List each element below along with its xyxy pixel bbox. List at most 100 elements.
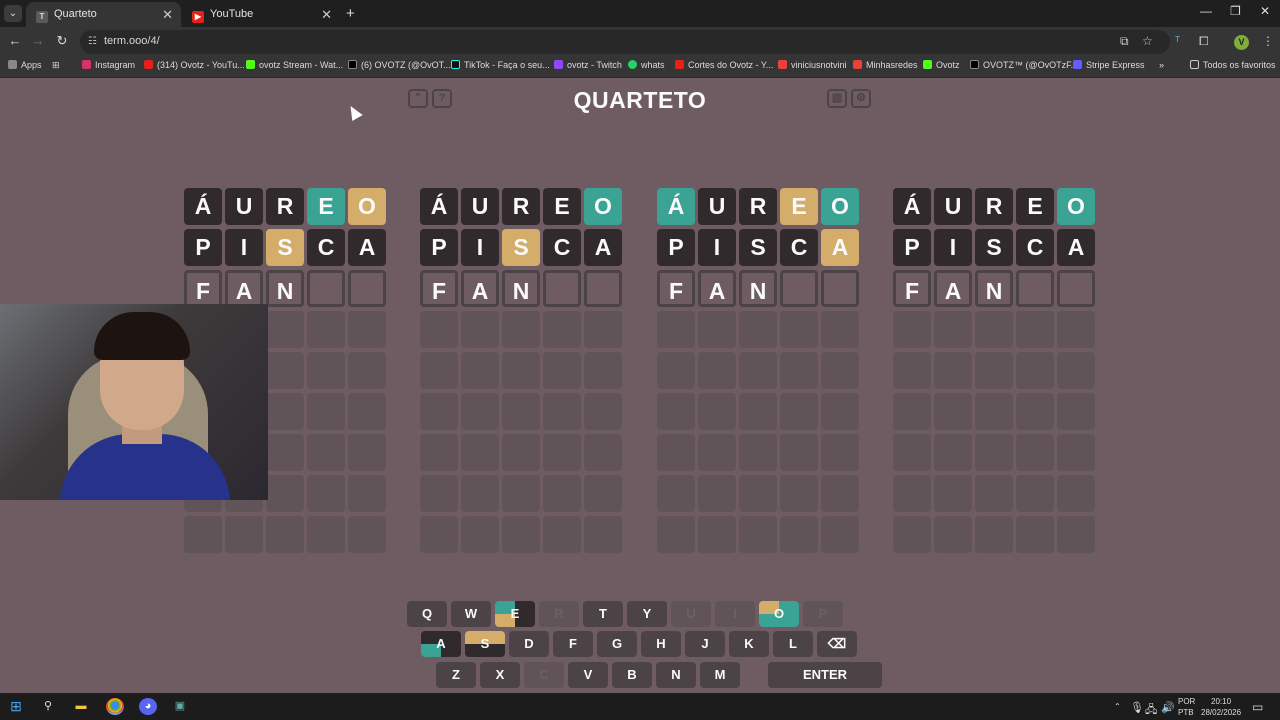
key-j[interactable]: J (685, 631, 725, 657)
bookmark-star-icon[interactable]: ☆ (1142, 34, 1153, 48)
tab-quarteto[interactable]: T Quarteto ✕ (26, 2, 181, 27)
translate-extension-icon[interactable]: ᵀ (1175, 34, 1180, 48)
enter-key[interactable]: ENTER (768, 662, 882, 688)
bookmark-ovotz-kick[interactable]: Ovotz (923, 60, 960, 70)
key-i[interactable]: I (715, 601, 755, 627)
bookmark-twitch[interactable]: ovotz - Twitch (554, 60, 622, 70)
minimize-icon[interactable]: — (1200, 4, 1212, 18)
bookmark-cortes[interactable]: Cortes do Ovotz - Y... (675, 60, 773, 70)
bookmark-x-ovotz[interactable]: (6) OVOTZ (@OvOT... (348, 60, 451, 70)
microphone-icon[interactable]: 🎙 (1130, 701, 1144, 714)
forward-icon[interactable]: → (29, 33, 47, 48)
chrome-icon[interactable] (106, 698, 124, 715)
bookmark-instagram[interactable]: Instagram (82, 60, 135, 70)
all-bookmarks[interactable]: Todos os favoritos (1190, 60, 1276, 70)
site-info-icon[interactable]: ☷ (88, 36, 100, 48)
key-t[interactable]: T (583, 601, 623, 627)
close-tab-icon[interactable]: ✕ (321, 2, 332, 27)
clock-time[interactable]: 20:10 (1211, 697, 1231, 706)
key-z[interactable]: Z (436, 662, 476, 688)
close-window-icon[interactable]: ✕ (1260, 4, 1270, 18)
bookmark-kick-stream[interactable]: ovotz Stream - Wat... (246, 60, 343, 70)
key-h[interactable]: H (641, 631, 681, 657)
key-n[interactable]: N (656, 662, 696, 688)
key-f[interactable]: F (553, 631, 593, 657)
tile (1016, 475, 1054, 512)
file-explorer-icon[interactable]: ▬ (72, 698, 90, 715)
help-icon[interactable]: ? (432, 89, 452, 108)
collapse-icon[interactable]: ⌃ (408, 89, 428, 108)
key-u[interactable]: U (671, 601, 711, 627)
keyboard-layout-label[interactable]: PTB (1178, 708, 1194, 717)
tray-expand-icon[interactable]: ⌃ (1114, 702, 1121, 711)
address-bar[interactable]: ☷ term.ooo/4/ (80, 30, 1170, 54)
tile (934, 352, 972, 389)
language-label[interactable]: POR (1178, 697, 1195, 706)
tile (698, 475, 736, 512)
key-o[interactable]: O (759, 601, 799, 627)
bookmark-minhasredes[interactable]: Minhasredes (853, 60, 918, 70)
install-app-icon[interactable]: ⧉ (1120, 34, 1129, 49)
grid-icon[interactable]: ⊞ (52, 60, 60, 71)
tab-search-icon[interactable]: ⌄ (4, 5, 22, 22)
settings-icon[interactable]: ⚙ (851, 89, 871, 108)
key-d[interactable]: D (509, 631, 549, 657)
tile (975, 311, 1013, 348)
key-e[interactable]: E (495, 601, 535, 627)
tile: E (1016, 188, 1054, 225)
restore-icon[interactable]: ❐ (1230, 4, 1241, 18)
backspace-key[interactable]: ⌫ (817, 631, 857, 657)
key-x[interactable]: X (480, 662, 520, 688)
bookmark-stripe[interactable]: Stripe Express (1073, 60, 1145, 70)
menu-icon[interactable]: ⋮ (1262, 34, 1274, 48)
extensions-icon[interactable]: ⧠ (1199, 34, 1209, 49)
reload-icon[interactable]: ↻ (53, 33, 71, 49)
profile-avatar[interactable]: V (1234, 35, 1249, 50)
bookmark-youtube-ovotz[interactable]: (314) Ovotz - YouTu... (144, 60, 245, 70)
key-y[interactable]: Y (627, 601, 667, 627)
key-b[interactable]: B (612, 662, 652, 688)
tile: R (266, 188, 304, 225)
volume-icon[interactable]: 🔊 (1161, 701, 1175, 714)
tile (698, 516, 736, 553)
bookmark-apps[interactable]: Apps (8, 60, 42, 70)
key-label: Z (452, 667, 460, 682)
more-bookmarks-icon[interactable]: » (1159, 60, 1164, 70)
key-q[interactable]: Q (407, 601, 447, 627)
new-tab-icon[interactable]: + (346, 5, 355, 22)
key-s[interactable]: S (465, 631, 505, 657)
key-l[interactable]: L (773, 631, 813, 657)
windows-start-icon[interactable]: ⊞ (7, 698, 25, 715)
tile (739, 516, 777, 553)
bookmark-tiktok[interactable]: TikTok - Faça o seu... (451, 60, 550, 70)
tile: S (502, 229, 540, 266)
notifications-icon[interactable]: ▭ (1252, 700, 1263, 714)
clock-date[interactable]: 28/02/2026 (1201, 708, 1241, 717)
bookmark-viniciusnotvini[interactable]: viniciusnotvini (778, 60, 847, 70)
bookmark-whats[interactable]: whats (628, 60, 665, 70)
tile: Á (657, 188, 695, 225)
tile (307, 475, 345, 512)
close-tab-icon[interactable]: ✕ (162, 2, 173, 27)
key-c[interactable]: C (524, 662, 564, 688)
discord-icon[interactable]: ◕ (139, 698, 157, 715)
search-icon[interactable]: ⚲ (39, 698, 57, 715)
key-k[interactable]: K (729, 631, 769, 657)
key-g[interactable]: G (597, 631, 637, 657)
app-icon[interactable]: ▣ (171, 698, 189, 715)
tile (584, 352, 622, 389)
tile (893, 352, 931, 389)
key-a[interactable]: A (421, 631, 461, 657)
key-m[interactable]: M (700, 662, 740, 688)
tile (821, 393, 859, 430)
key-r[interactable]: R (539, 601, 579, 627)
key-v[interactable]: V (568, 662, 608, 688)
stats-icon[interactable]: ▥ (827, 89, 847, 108)
tile (1057, 434, 1095, 471)
tab-youtube[interactable]: ▶ YouTube ✕ (182, 2, 340, 27)
key-p[interactable]: P (803, 601, 843, 627)
network-icon[interactable]: 🖧 (1145, 701, 1157, 720)
bookmark-x-ovotzf[interactable]: OVOTZ™ (@OvOTzF... (970, 60, 1078, 70)
back-icon[interactable]: ← (6, 33, 24, 48)
key-w[interactable]: W (451, 601, 491, 627)
